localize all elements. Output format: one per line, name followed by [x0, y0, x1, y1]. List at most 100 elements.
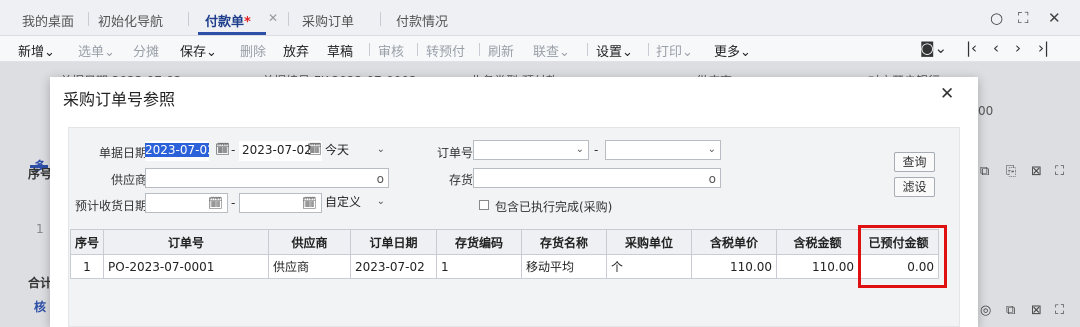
tab-payment-order[interactable]: 付款单* [205, 11, 251, 30]
save-button[interactable]: 保存⌄ [180, 41, 217, 60]
supplier-label: 供应商 [111, 173, 148, 187]
calendar-icon[interactable]: 🗓 [208, 194, 223, 212]
cell-seq: 1 [70, 254, 104, 279]
filter-settings-button[interactable]: 滤设 [894, 177, 935, 197]
query-panel: 单据日期 2023-07-02 🗓 - 2023-07-02 🗓 今天 ⌄ 订单号… [68, 127, 960, 327]
location-icon[interactable]: ◎ [980, 303, 991, 318]
select-button[interactable]: 选单⌄ [78, 41, 115, 60]
inventory-input[interactable]: ο [473, 168, 721, 188]
col-header-unit-price: 含税单价 [691, 229, 777, 255]
audit-button[interactable]: 审核 [378, 41, 404, 60]
draft-button[interactable]: 草稿 [327, 41, 353, 60]
copy-icon[interactable]: ⧉ [980, 164, 989, 179]
tab-payment-label: 付款单 [205, 15, 245, 30]
copy-icon-2[interactable]: ⧉ [1006, 303, 1015, 318]
expected-date-to[interactable]: 🗓 [239, 193, 322, 213]
cell-inv-name: 移动平均 [521, 254, 607, 279]
settings-button[interactable]: 设置⌄ [596, 41, 633, 60]
share-button[interactable]: 分摊 [133, 41, 159, 60]
filter-search-icon[interactable]: ◙⌄ [920, 39, 947, 57]
link-label: 联查 [533, 45, 560, 60]
date-preset-select[interactable]: 今天 ⌄ [322, 141, 389, 161]
more-button[interactable]: 更多⌄ [714, 41, 751, 60]
order-no-to-select[interactable]: ⌄ [605, 140, 721, 160]
expected-date-label: 预计收货日期 [75, 199, 148, 213]
include-completed-checkbox[interactable] [479, 200, 489, 210]
save-label: 保存 [180, 45, 207, 60]
paste-icon[interactable]: ⎘ [1006, 164, 1016, 179]
col-header-inv-name: 存货名称 [521, 229, 607, 255]
delete-row-icon[interactable]: ⊠ [1031, 164, 1042, 179]
search-icon[interactable]: ο [709, 170, 716, 187]
next-record-icon[interactable]: › [1015, 39, 1021, 57]
first-record-icon[interactable]: |‹ [966, 39, 977, 57]
bg-verify-tab: 核 [34, 300, 47, 314]
cell-amount: 110.00 [776, 254, 859, 279]
col-header-supplier: 供应商 [268, 229, 351, 255]
inventory-label: 存货 [449, 173, 474, 187]
chevron-down-icon: ⌄ [376, 196, 385, 207]
date-label: 单据日期 [99, 146, 148, 160]
chevron-down-icon: ⌄ [575, 144, 584, 155]
dialog-close-icon[interactable]: ✕ [940, 84, 954, 104]
transfer-prepay-button[interactable]: 转预付 [426, 41, 465, 60]
calendar-icon[interactable]: 🗓 [215, 142, 230, 156]
tab-payment-status[interactable]: 付款情况 [396, 11, 448, 30]
toolbar-separator [479, 43, 480, 56]
supplier-input[interactable]: ο [145, 168, 389, 188]
cell-inv-code: 1 [436, 254, 522, 279]
date-from-value: 2023-07-02 [145, 143, 209, 157]
required-mark: * [244, 15, 251, 30]
tab-separator [380, 12, 381, 26]
delete-row-icon-2[interactable]: ⊠ [1031, 303, 1042, 318]
date-from-field[interactable]: 2023-07-02 [145, 141, 209, 161]
delete-button[interactable]: 删除 [240, 41, 266, 60]
calendar-icon[interactable]: 🗓 [302, 194, 317, 212]
bg-row-one: 1 [36, 222, 44, 236]
order-no-from-select[interactable]: ⌄ [473, 140, 589, 160]
search-icon[interactable]: ο [377, 170, 384, 187]
link-query-button[interactable]: 联查⌄ [533, 41, 570, 60]
highlight-box [858, 225, 947, 288]
tab-separator [88, 12, 89, 26]
add-button[interactable]: 新增⌄ [18, 41, 55, 60]
refresh-button[interactable]: 刷新 [488, 41, 514, 60]
fullscreen-icon-2[interactable]: ⛶ [1055, 303, 1064, 318]
fullscreen-icon[interactable]: ⛶ [1055, 164, 1064, 179]
print-button[interactable]: 打印⌄ [656, 41, 693, 60]
search-icon[interactable]: ○ [990, 9, 1003, 27]
tab-init-guide[interactable]: 初始化导航 [98, 11, 163, 30]
expected-dash: - [231, 196, 236, 210]
more-label: 更多 [714, 45, 741, 60]
tab-bar: 我的桌面 初始化导航 付款单* ✕ 采购订单 付款情况 ○ ⛶ ✕ [0, 0, 1080, 36]
col-header-seq: 序号 [70, 229, 104, 255]
maximize-icon[interactable]: ⛶ [1018, 9, 1029, 27]
toolbar-separator [587, 43, 588, 56]
expected-date-from[interactable]: 🗓 [145, 193, 228, 213]
col-header-amount: 含税金额 [776, 229, 859, 255]
last-record-icon[interactable]: ›| [1038, 39, 1049, 57]
bg-total: 合计 [28, 276, 53, 290]
tab-separator [288, 12, 289, 26]
expected-preset-value: 自定义 [325, 195, 362, 209]
discard-button[interactable]: 放弃 [283, 41, 309, 60]
tab-my-desktop[interactable]: 我的桌面 [22, 11, 74, 30]
query-button[interactable]: 查询 [894, 152, 935, 172]
date-dash: - [231, 143, 236, 157]
include-completed-label: 包含已执行完成(采购) [495, 200, 613, 214]
tab-purchase-order[interactable]: 采购订单 [302, 11, 354, 30]
table-row[interactable]: 1 PO-2023-07-0001 供应商 2023-07-02 1 移动平均 … [70, 254, 939, 279]
cell-supplier: 供应商 [268, 254, 351, 279]
prev-record-icon[interactable]: ‹ [993, 39, 999, 57]
tab-close-icon[interactable]: ✕ [268, 11, 278, 25]
table-header-row: 序号 订单号 供应商 订单日期 存货编码 存货名称 采购单位 含税单价 含税金额… [70, 229, 939, 255]
chevron-down-icon: ⌄ [376, 144, 385, 155]
expected-preset-select[interactable]: 自定义 ⌄ [322, 193, 389, 213]
date-preset-value: 今天 [325, 143, 350, 157]
calendar-icon-2[interactable]: 🗓 [307, 142, 322, 156]
close-icon[interactable]: ✕ [1048, 9, 1061, 27]
col-header-unit: 采购单位 [606, 229, 692, 255]
cell-order-no: PO-2023-07-0001 [103, 254, 269, 279]
bg-value: 00 [978, 104, 994, 118]
add-label: 新增 [18, 45, 45, 60]
